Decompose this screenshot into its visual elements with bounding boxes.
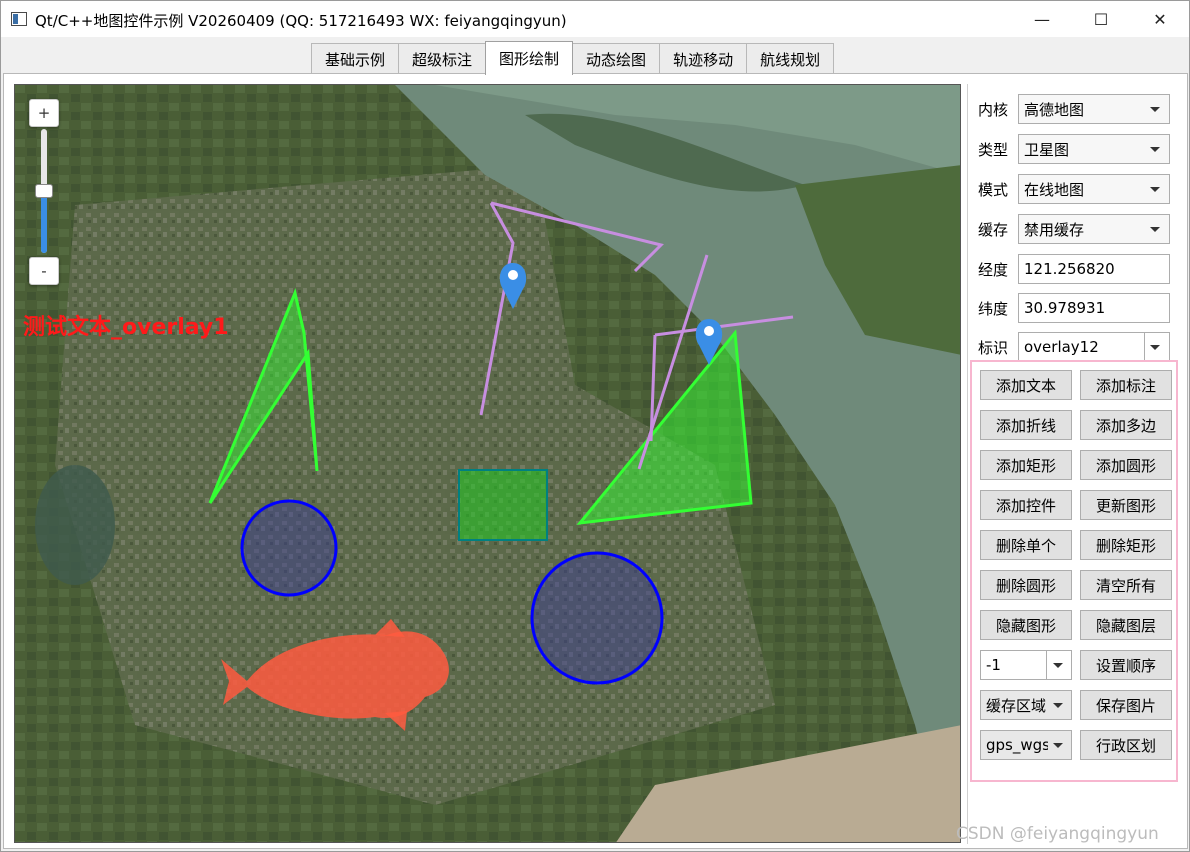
coord-type-select[interactable]: gps_wgs (980, 730, 1072, 760)
add-text-button[interactable]: 添加文本 (980, 370, 1072, 400)
zoom-out-button[interactable]: - (29, 257, 59, 285)
overlay-text-label: 测试文本_overlay1 (23, 315, 229, 340)
mode-select[interactable]: 在线地图 (1018, 174, 1170, 204)
tab-shape-draw[interactable]: 图形绘制 (485, 41, 574, 75)
app-icon (11, 12, 27, 26)
save-image-button[interactable]: 保存图片 (1080, 690, 1172, 720)
cache-area-select[interactable]: 缓存区域 (980, 690, 1072, 720)
type-row: 类型 卫星图 (978, 134, 1170, 164)
tab-dynamic-draw[interactable]: 动态绘图 (572, 43, 661, 74)
order-value: -1 (986, 656, 1001, 674)
action-button-panel: 添加文本 添加标注 添加折线 添加多边 添加矩形 添加圆形 添加控件 更新图形 … (970, 360, 1178, 782)
delete-one-button[interactable]: 删除单个 (980, 530, 1072, 560)
window-title: Qt/C++地图控件示例 V20260409 (QQ: 517216493 WX… (35, 12, 567, 30)
hide-layer-button[interactable]: 隐藏图层 (1080, 610, 1172, 640)
add-marker-button[interactable]: 添加标注 (1080, 370, 1172, 400)
tab-basic[interactable]: 基础示例 (311, 43, 400, 74)
mark-value: overlay12 (1024, 338, 1099, 356)
type-select[interactable]: 卫星图 (1018, 134, 1170, 164)
tab-route-plan[interactable]: 航线规划 (746, 43, 835, 74)
mode-label: 模式 (978, 180, 1009, 199)
control-panel: 内核 高德地图 类型 卫星图 模式 在线地图 缓存 禁用缓存 经度 121.25… (967, 84, 1181, 844)
add-control-button[interactable]: 添加控件 (980, 490, 1072, 520)
watermark-text: CSDN @feiyangqingyun (956, 824, 1159, 844)
map-canvas[interactable] (15, 85, 961, 843)
circle-shape-2[interactable] (530, 551, 664, 685)
chevron-down-icon (1150, 345, 1160, 350)
chevron-down-icon (1053, 703, 1063, 708)
map-view[interactable]: + - 测试文本_overlay1 (14, 84, 961, 843)
lat-input[interactable]: 30.978931 (1018, 293, 1170, 323)
add-polyline-button[interactable]: 添加折线 (980, 410, 1072, 440)
mode-value: 在线地图 (1024, 180, 1085, 199)
chevron-down-icon (1150, 107, 1160, 112)
cache-row: 缓存 禁用缓存 (978, 214, 1170, 244)
maximize-button[interactable]: ☐ (1072, 1, 1130, 37)
cache-area-value: 缓存区域 (986, 696, 1047, 715)
core-select[interactable]: 高德地图 (1018, 94, 1170, 124)
add-polygon-button[interactable]: 添加多边 (1080, 410, 1172, 440)
cache-value: 禁用缓存 (1024, 220, 1085, 239)
lat-label: 纬度 (978, 299, 1009, 318)
zoom-slider-fill (41, 191, 47, 253)
admin-area-button[interactable]: 行政区划 (1080, 730, 1172, 760)
mode-row: 模式 在线地图 (978, 174, 1170, 204)
chevron-down-icon (1150, 187, 1160, 192)
minimize-button[interactable]: — (1013, 1, 1071, 37)
set-order-button[interactable]: 设置顺序 (1080, 650, 1172, 680)
mark-row: 标识 overlay12 (978, 332, 1170, 362)
hide-shape-button[interactable]: 隐藏图形 (980, 610, 1072, 640)
delete-circle-button[interactable]: 删除圆形 (980, 570, 1072, 600)
lng-input[interactable]: 121.256820 (1018, 254, 1170, 284)
clear-all-button[interactable]: 清空所有 (1080, 570, 1172, 600)
update-shape-button[interactable]: 更新图形 (1080, 490, 1172, 520)
tab-content: + - 测试文本_overlay1 内核 高德地图 类型 卫星图 模式 在线地图 (3, 73, 1188, 849)
lng-row: 经度 121.256820 (978, 254, 1170, 284)
lng-label: 经度 (978, 260, 1009, 279)
zoom-slider-handle[interactable] (35, 184, 53, 198)
add-circle-button[interactable]: 添加圆形 (1080, 450, 1172, 480)
tab-bar: 基础示例 超级标注 图形绘制 动态绘图 轨迹移动 航线规划 (311, 41, 835, 75)
app-window: Qt/C++地图控件示例 V20260409 (QQ: 517216493 WX… (0, 0, 1190, 852)
core-value: 高德地图 (1024, 100, 1085, 119)
coord-type-value: gps_wgs (986, 736, 1048, 754)
close-button[interactable]: ✕ (1131, 1, 1189, 37)
delete-rect-button[interactable]: 删除矩形 (1080, 530, 1172, 560)
type-label: 类型 (978, 140, 1009, 159)
map-lake (35, 465, 115, 585)
mark-combo[interactable]: overlay12 (1018, 332, 1170, 362)
chevron-down-icon (1150, 227, 1160, 232)
order-combo[interactable]: -1 (980, 650, 1072, 680)
rect-shape[interactable] (458, 469, 548, 541)
tab-track-move[interactable]: 轨迹移动 (659, 43, 748, 74)
cache-select[interactable]: 禁用缓存 (1018, 214, 1170, 244)
core-label: 内核 (978, 100, 1009, 119)
add-rect-button[interactable]: 添加矩形 (980, 450, 1072, 480)
zoom-in-button[interactable]: + (29, 99, 59, 127)
chevron-down-icon (1053, 663, 1063, 668)
chevron-down-icon (1053, 743, 1063, 748)
cache-label: 缓存 (978, 220, 1009, 239)
tab-super-marker[interactable]: 超级标注 (398, 43, 487, 74)
circle-shape-1[interactable] (240, 499, 338, 597)
title-bar: Qt/C++地图控件示例 V20260409 (QQ: 517216493 WX… (1, 1, 1189, 37)
type-value: 卫星图 (1024, 140, 1070, 159)
chevron-down-icon (1150, 147, 1160, 152)
core-row: 内核 高德地图 (978, 94, 1170, 124)
mark-label: 标识 (978, 338, 1009, 357)
lat-row: 纬度 30.978931 (978, 293, 1170, 323)
